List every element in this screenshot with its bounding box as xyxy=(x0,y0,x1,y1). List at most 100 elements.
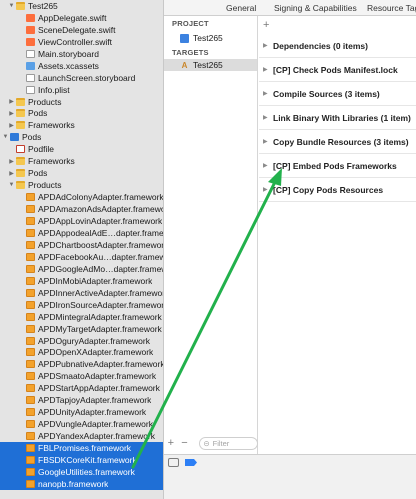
navigator-framework-item[interactable]: APDSmaatoAdapter.framework xyxy=(0,370,163,382)
navigator-framework-item[interactable]: APDInnerActiveAdapter.framework xyxy=(0,287,163,299)
disclosure-open-icon[interactable]: ▼ xyxy=(8,3,15,9)
tab-resource-tags[interactable]: Resource Tags xyxy=(367,0,416,16)
disclosure-closed-icon[interactable]: ▶ xyxy=(8,110,15,117)
framework-icon xyxy=(26,420,35,429)
navigator-framework-item[interactable]: APDAppodealAdE…dapter.framework xyxy=(0,227,164,239)
navigator-item[interactable]: LaunchScreen.storyboard xyxy=(0,72,163,84)
navigator-framework-item[interactable]: GoogleUtilities.framework xyxy=(0,466,163,478)
navigator-framework-item[interactable]: APDMintegralAdapter.framework xyxy=(0,311,163,323)
build-phase-row[interactable]: ▶ Dependencies (0 items) xyxy=(259,34,416,58)
filter-placeholder: Filter xyxy=(212,438,230,448)
project-file-icon xyxy=(180,33,189,43)
navigator-item-label: APDGoogleAdMo…dapter.framework xyxy=(38,263,163,274)
navigator-framework-item[interactable]: APDVungleAdapter.framework xyxy=(0,418,163,430)
project-section-header: PROJECT xyxy=(172,19,209,28)
navigator-item-label: APDInMobiAdapter.framework xyxy=(38,275,153,286)
navigator-item[interactable]: ▶ Frameworks xyxy=(0,155,163,167)
disclosure-closed-icon[interactable]: ▶ xyxy=(259,90,273,97)
navigator-framework-item[interactable]: APDOpenXAdapter.framework xyxy=(0,347,163,359)
swift-icon xyxy=(26,37,35,46)
framework-icon xyxy=(26,408,35,417)
disclosure-open-icon[interactable]: ▼ xyxy=(8,182,15,188)
navigator-item-label: APDAppodealAdE…dapter.framework xyxy=(38,227,164,238)
navigator-item[interactable]: Main.storyboard xyxy=(0,48,163,60)
navigator-framework-item[interactable]: APDPubnativeAdapter.framework xyxy=(0,359,163,371)
build-phase-label: [CP] Embed Pods Frameworks xyxy=(273,160,397,171)
build-phase-row[interactable]: ▶ Compile Sources (3 items) xyxy=(259,82,416,106)
navigator-framework-item[interactable]: APDAppLovinAdapter.framework xyxy=(0,215,163,227)
navigator-framework-item[interactable]: APDChartboostAdapter.framework xyxy=(0,239,163,251)
navigator-item-label: FBSDKCoreKit.framework xyxy=(38,455,137,466)
navigator-framework-item[interactable]: FBLPromises.framework xyxy=(0,442,163,455)
navigator-framework-item[interactable]: APDOguryAdapter.framework xyxy=(0,335,163,347)
build-phase-row[interactable]: ▶ Link Binary With Libraries (1 item) xyxy=(259,106,416,130)
disclosure-closed-icon[interactable]: ▶ xyxy=(8,122,15,129)
navigator-framework-item[interactable]: APDGoogleAdMo…dapter.framework xyxy=(0,263,163,275)
framework-icon xyxy=(26,300,35,309)
framework-icon xyxy=(26,456,35,465)
navigator-item[interactable]: ▼ Test265 xyxy=(0,0,163,12)
framework-icon xyxy=(26,360,35,369)
console-toggle-icon[interactable] xyxy=(168,458,179,467)
disclosure-closed-icon[interactable]: ▶ xyxy=(259,114,273,121)
navigator-item[interactable]: Podfile xyxy=(0,143,163,155)
build-phase-row[interactable]: ▶ [CP] Copy Pods Resources xyxy=(259,178,416,202)
build-phase-label: [CP] Copy Pods Resources xyxy=(273,184,384,195)
remove-target-button[interactable]: − xyxy=(178,437,192,449)
tab-general[interactable]: General xyxy=(226,0,256,16)
disclosure-closed-icon[interactable]: ▶ xyxy=(259,162,273,169)
disclosure-closed-icon[interactable]: ▶ xyxy=(259,42,273,49)
project-item[interactable]: Test265 xyxy=(164,32,257,44)
navigator-item[interactable]: ▶ Pods xyxy=(0,108,163,120)
build-phase-row[interactable]: ▶ [CP] Check Pods Manifest.lock xyxy=(259,58,416,82)
tab-signing-capabilities[interactable]: Signing & Capabilities xyxy=(274,0,357,16)
navigator-item[interactable]: Assets.xcassets xyxy=(0,60,163,72)
navigator-item-label: Products xyxy=(28,96,62,107)
target-filter-field[interactable]: ⊝ Filter xyxy=(199,436,258,450)
add-build-phase-button[interactable]: + xyxy=(263,19,269,31)
navigator-item[interactable]: ▶ Frameworks xyxy=(0,120,163,132)
build-phase-row[interactable]: ▶ [CP] Embed Pods Frameworks xyxy=(259,154,416,178)
navigator-framework-item[interactable]: FBSDKCoreKit.framework xyxy=(0,454,163,466)
disclosure-closed-icon[interactable]: ▶ xyxy=(8,158,15,165)
navigator-item-label: APDTapjoyAdapter.framework xyxy=(38,395,152,406)
build-phase-row[interactable]: ▶ Copy Bundle Resources (3 items) xyxy=(259,130,416,154)
navigator-framework-item[interactable]: APDIronSourceAdapter.framework xyxy=(0,299,163,311)
navigator-item[interactable]: ▶ Products xyxy=(0,96,163,108)
navigator-item[interactable]: AppDelegate.swift xyxy=(0,12,163,24)
navigator-item[interactable]: ▼ Pods xyxy=(0,131,163,143)
target-item[interactable]: A Test265 xyxy=(164,59,257,71)
add-target-button[interactable]: + xyxy=(164,437,178,449)
disclosure-closed-icon[interactable]: ▶ xyxy=(259,138,273,145)
disclosure-closed-icon[interactable]: ▶ xyxy=(8,170,15,177)
navigator-framework-item[interactable]: APDAmazonAdsAdapter.framework xyxy=(0,203,163,215)
navigator-item-label: Main.storyboard xyxy=(38,48,99,59)
navigator-item-label: Podfile xyxy=(28,144,54,155)
folder-icon xyxy=(16,109,25,118)
navigator-framework-item[interactable]: nanopb.framework xyxy=(0,478,163,490)
disclosure-open-icon[interactable]: ▼ xyxy=(2,134,9,140)
navigator-item[interactable]: Info.plist xyxy=(0,84,163,96)
navigator-framework-item[interactable]: APDStartAppAdapter.framework xyxy=(0,382,163,394)
framework-icon xyxy=(26,264,35,273)
navigator-framework-item[interactable]: APDFacebookAu…dapter.framework xyxy=(0,251,163,263)
plist-icon xyxy=(26,85,35,94)
build-phase-label: [CP] Check Pods Manifest.lock xyxy=(273,64,398,75)
navigator-item[interactable]: SceneDelegate.swift xyxy=(0,24,163,36)
navigator-framework-item[interactable]: APDAdColonyAdapter.framework xyxy=(0,191,163,203)
navigator-framework-item[interactable]: APDUnityAdapter.framework xyxy=(0,406,163,418)
disclosure-closed-icon[interactable]: ▶ xyxy=(8,98,15,105)
navigator-framework-item[interactable]: APDYandexAdapter.framework xyxy=(0,430,163,442)
navigator-item[interactable]: ▼ Products xyxy=(0,179,163,191)
navigator-framework-item[interactable]: APDInMobiAdapter.framework xyxy=(0,275,163,287)
navigator-framework-item[interactable]: APDMyTargetAdapter.framework xyxy=(0,323,163,335)
navigator-item[interactable]: ▶ Pods xyxy=(0,167,163,179)
disclosure-closed-icon[interactable]: ▶ xyxy=(259,186,273,193)
breakpoints-toggle-icon[interactable] xyxy=(185,459,197,466)
navigator-framework-item[interactable]: APDTapjoyAdapter.framework xyxy=(0,394,163,406)
framework-icon xyxy=(26,324,35,333)
navigator-item-label: APDOguryAdapter.framework xyxy=(38,335,150,346)
framework-icon xyxy=(26,193,35,202)
disclosure-closed-icon[interactable]: ▶ xyxy=(259,66,273,73)
navigator-item[interactable]: ViewController.swift xyxy=(0,36,163,48)
